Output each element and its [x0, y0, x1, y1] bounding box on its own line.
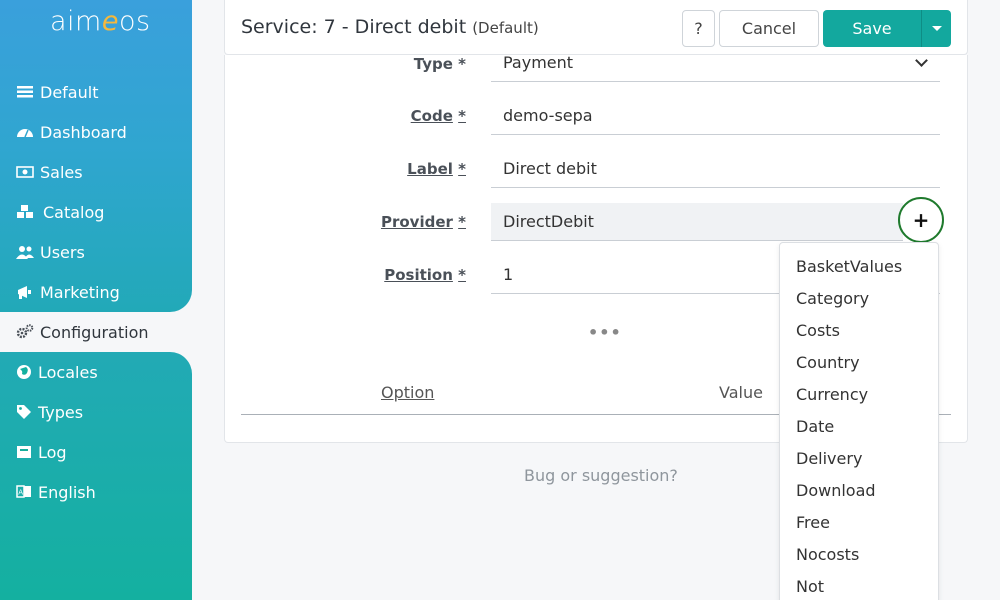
- aimeos-logo[interactable]: aimeos: [50, 6, 151, 37]
- label-label-text: Label: [407, 160, 453, 178]
- code-value: demo-sepa: [503, 106, 593, 125]
- required-marker: *: [458, 55, 466, 73]
- type-label-text: Type: [413, 55, 453, 73]
- dropdown-item[interactable]: Costs: [796, 321, 840, 340]
- dropdown-item[interactable]: Not: [796, 577, 824, 596]
- sidebar-item-label: Marketing: [40, 282, 120, 302]
- position-value: 1: [503, 265, 514, 284]
- label-label: Label *: [407, 160, 466, 178]
- position-label-text: Position: [384, 266, 453, 284]
- inbox-icon: [16, 444, 32, 460]
- bug-report-link[interactable]: Bug or suggestion?: [524, 466, 678, 485]
- cogs-icon: [16, 324, 34, 340]
- type-label-row: Type *: [225, 55, 466, 75]
- label-value: Direct debit: [503, 159, 597, 178]
- sidebar-item-label: English: [38, 482, 96, 502]
- globe-icon: [16, 364, 32, 380]
- add-decorator-button[interactable]: +: [898, 197, 944, 243]
- provider-value: DirectDebit: [503, 212, 594, 231]
- dropdown-item[interactable]: Free: [796, 513, 830, 532]
- svg-text:A: A: [18, 489, 23, 497]
- tag-icon: [16, 404, 32, 420]
- required-marker: *: [458, 213, 466, 231]
- code-label: Code *: [411, 107, 466, 125]
- sidebar: aimeos Default Dashboard Sales Catalog U…: [0, 0, 192, 600]
- logo-suffix: os: [118, 6, 151, 37]
- sidebar-item-label: Types: [38, 402, 84, 422]
- sidebar-item-types[interactable]: Types: [16, 392, 83, 432]
- column-value: Value: [719, 383, 763, 402]
- position-label: Position *: [384, 266, 466, 284]
- bullhorn-icon: [16, 284, 34, 300]
- chevron-down-icon: [915, 54, 928, 67]
- sidebar-item-dashboard[interactable]: Dashboard: [16, 112, 127, 152]
- required-marker: *: [458, 160, 466, 178]
- dropdown-item[interactable]: Date: [796, 417, 834, 436]
- column-option[interactable]: Option: [381, 383, 434, 402]
- page-title-text: Service: 7 - Direct debit: [241, 16, 467, 38]
- save-options-button[interactable]: [921, 10, 951, 47]
- dropdown-item[interactable]: Download: [796, 481, 876, 500]
- caret-down-icon: [931, 26, 942, 31]
- users-icon: [16, 244, 34, 260]
- dropdown-item[interactable]: Country: [796, 353, 860, 372]
- sidebar-item-sales[interactable]: Sales: [16, 152, 83, 192]
- cubes-icon: [16, 204, 34, 220]
- cancel-button[interactable]: Cancel: [719, 10, 819, 47]
- provider-label: Provider *: [381, 213, 466, 231]
- language-icon: A: [16, 484, 32, 500]
- save-button[interactable]: Save: [823, 10, 921, 47]
- required-marker: *: [458, 107, 466, 125]
- sidebar-item-label: Catalog: [43, 202, 105, 222]
- required-marker: *: [458, 266, 466, 284]
- page-title-site: (Default): [472, 19, 539, 37]
- decorator-dropdown-menu: BasketValues Category Costs Country Curr…: [779, 242, 939, 600]
- sidebar-item-catalog[interactable]: Catalog: [16, 192, 104, 232]
- code-label-text: Code: [410, 107, 453, 125]
- code-label-row: Code *: [225, 107, 466, 127]
- dropdown-item[interactable]: BasketValues: [796, 257, 902, 276]
- sidebar-item-default[interactable]: Default: [16, 72, 98, 112]
- provider-input[interactable]: DirectDebit: [491, 203, 903, 241]
- sidebar-item-log[interactable]: Log: [16, 432, 67, 472]
- sidebar-item-label: Default: [40, 82, 99, 102]
- logo-prefix: aim: [50, 6, 102, 37]
- sidebar-item-locales[interactable]: Locales: [16, 352, 98, 392]
- sidebar-item-configuration[interactable]: Configuration: [16, 312, 149, 352]
- page-title: Service: 7 - Direct debit (Default): [241, 16, 539, 38]
- sidebar-item-label: Users: [40, 242, 85, 262]
- type-select[interactable]: Payment: [491, 44, 940, 82]
- sidebar-item-label: Dashboard: [40, 122, 127, 142]
- type-label: Type *: [414, 55, 466, 73]
- sidebar-item-users[interactable]: Users: [16, 232, 85, 272]
- dropdown-item[interactable]: Nocosts: [796, 545, 859, 564]
- label-input[interactable]: Direct debit: [491, 150, 940, 188]
- money-icon: [16, 164, 34, 180]
- more-options-toggle[interactable]: •••: [588, 323, 622, 342]
- dropdown-item[interactable]: Category: [796, 289, 869, 308]
- provider-label-text: Provider: [380, 213, 453, 231]
- provider-label-row: Provider *: [225, 213, 466, 233]
- sidebar-item-label: Locales: [38, 362, 98, 382]
- logo-accent: e: [101, 6, 119, 37]
- sidebar-item-label: Sales: [40, 162, 83, 182]
- label-label-row: Label *: [225, 160, 466, 180]
- dropdown-item[interactable]: Currency: [796, 385, 868, 404]
- dropdown-item[interactable]: Delivery: [796, 449, 862, 468]
- code-input[interactable]: demo-sepa: [491, 97, 940, 135]
- help-button[interactable]: ?: [682, 10, 715, 47]
- list-icon: [16, 84, 34, 100]
- dashboard-icon: [16, 124, 34, 140]
- sidebar-item-marketing[interactable]: Marketing: [16, 272, 120, 312]
- sidebar-item-english[interactable]: A English: [16, 472, 96, 512]
- type-value: Payment: [503, 53, 574, 72]
- position-label-row: Position *: [225, 266, 466, 286]
- sidebar-item-label: Log: [38, 442, 67, 462]
- sidebar-item-label: Configuration: [40, 322, 149, 342]
